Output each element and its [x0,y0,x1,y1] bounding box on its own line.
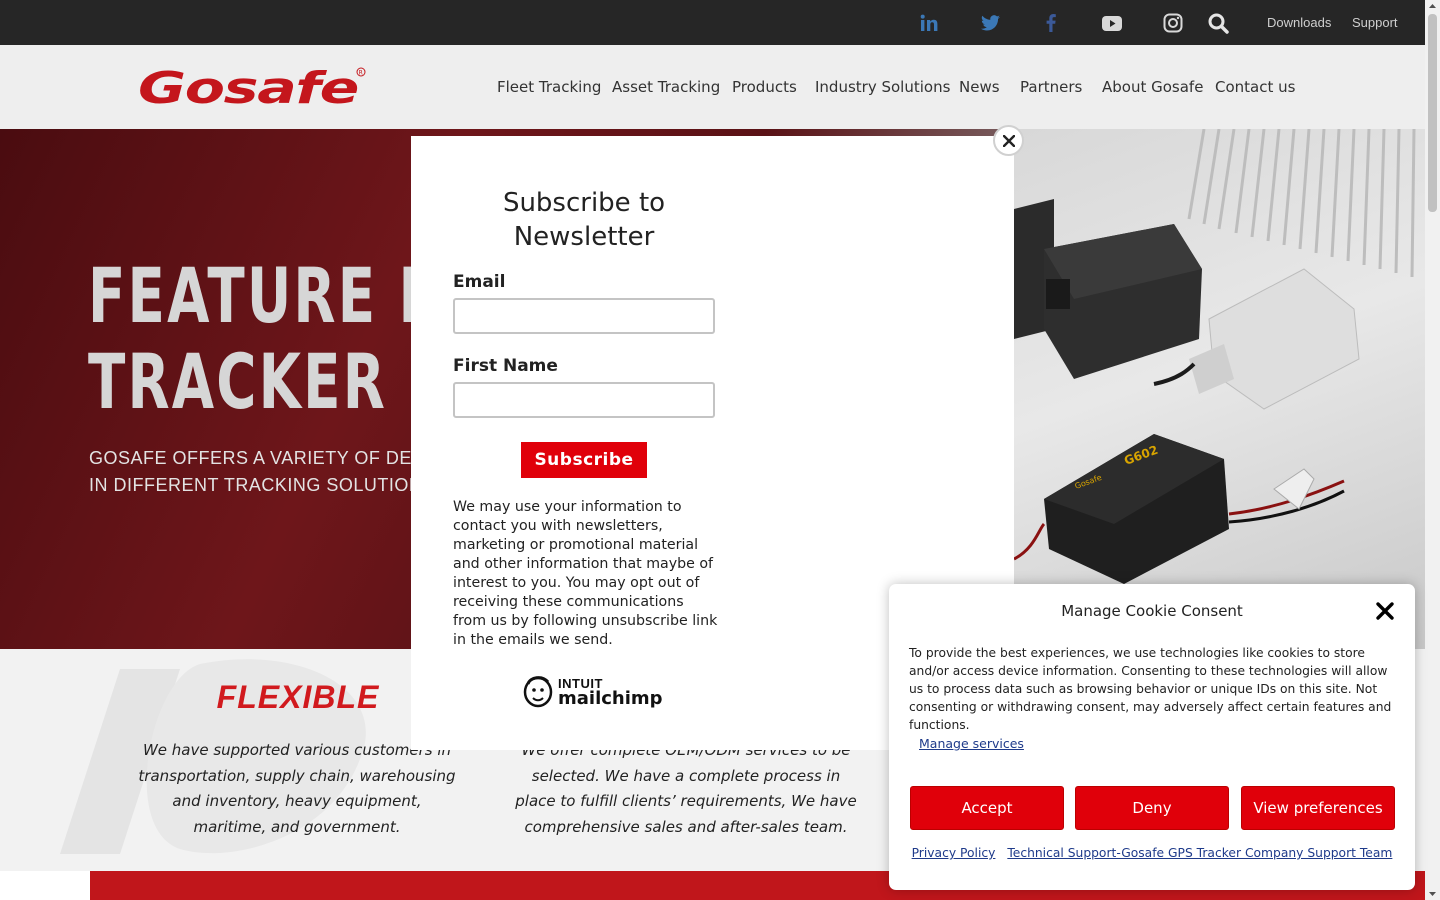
scrollbar-thumb[interactable] [1428,14,1437,212]
mailchimp-logo[interactable]: INTUIT mailchimp [522,674,663,708]
nav-asset-tracking[interactable]: Asset Tracking [612,78,720,96]
manage-services-link[interactable]: Manage services [919,736,1024,751]
nav-about-gosafe[interactable]: About Gosafe [1102,78,1203,96]
privacy-policy-link[interactable]: Privacy Policy [912,846,996,860]
downloads-link[interactable]: Downloads [1267,15,1331,30]
newsletter-title: Subscribe to Newsletter [502,188,666,252]
nav-fleet-tracking[interactable]: Fleet Tracking [497,78,601,96]
svg-text:Gosafe: Gosafe [138,65,358,109]
hero-subtitle: GOSAFE OFFERS A VARIETY OF DEVI IN DIFFE… [89,448,430,495]
email-field[interactable] [453,298,715,334]
email-label: Email [453,272,506,292]
page: Downloads Support Gosafe R Fleet Trackin… [0,0,1440,900]
gosafe-logo[interactable]: Gosafe R [138,63,368,114]
accept-button[interactable]: Accept [910,786,1064,830]
support-link[interactable]: Support [1352,15,1398,30]
top-bar: Downloads Support [0,0,1425,45]
hero-title: FEATURE RI TRACKER [88,251,466,426]
twitter-icon[interactable] [978,11,1002,35]
deny-button[interactable]: Deny [1075,786,1229,830]
nav-products[interactable]: Products [732,78,797,96]
instagram-icon[interactable] [1161,11,1185,35]
search-icon[interactable] [1206,11,1230,35]
site-header: Gosafe R Fleet Tracking Asset Tracking P… [0,45,1425,129]
hero-product-image: G602 Gosafe [1014,129,1425,649]
close-icon [1376,602,1394,620]
nav-industry-solutions[interactable]: Industry Solutions [815,78,950,96]
first-name-field[interactable] [453,382,715,418]
first-name-label: First Name [453,356,558,376]
support-team-link[interactable]: Technical Support-Gosafe GPS Tracker Com… [1007,846,1392,860]
nav-contact-us[interactable]: Contact us [1215,78,1295,96]
nav-partners[interactable]: Partners [1020,78,1082,96]
modal-close-button[interactable] [993,125,1024,156]
flexible-text: We have supported various customers in t… [138,741,456,836]
view-preferences-button[interactable]: View preferences [1241,786,1395,830]
mailchimp-icon [523,676,553,708]
svg-text:R: R [359,70,363,77]
mailchimp-text: mailchimp [558,688,663,709]
subscribe-button[interactable]: Subscribe [521,442,647,478]
oem-text: We offer complete OEM/ODM services to be… [515,741,857,836]
cookie-consent-panel: Manage Cookie Consent To provide the bes… [889,584,1415,890]
cookie-footer-links: Privacy Policy Technical Support-Gosafe … [889,846,1415,860]
close-icon [1002,134,1015,147]
facebook-icon[interactable] [1039,11,1063,35]
cookie-close-button[interactable] [1375,601,1395,621]
cookie-title: Manage Cookie Consent [1061,602,1243,620]
youtube-icon[interactable] [1100,11,1124,35]
linkedin-icon[interactable] [917,11,941,35]
newsletter-disclaimer: We may use your information to contact y… [453,499,718,648]
flexible-title: FLEXIBLE [216,679,380,715]
cookie-description: To provide the best experiences, we use … [909,646,1392,732]
nav-news[interactable]: News [959,78,1000,96]
